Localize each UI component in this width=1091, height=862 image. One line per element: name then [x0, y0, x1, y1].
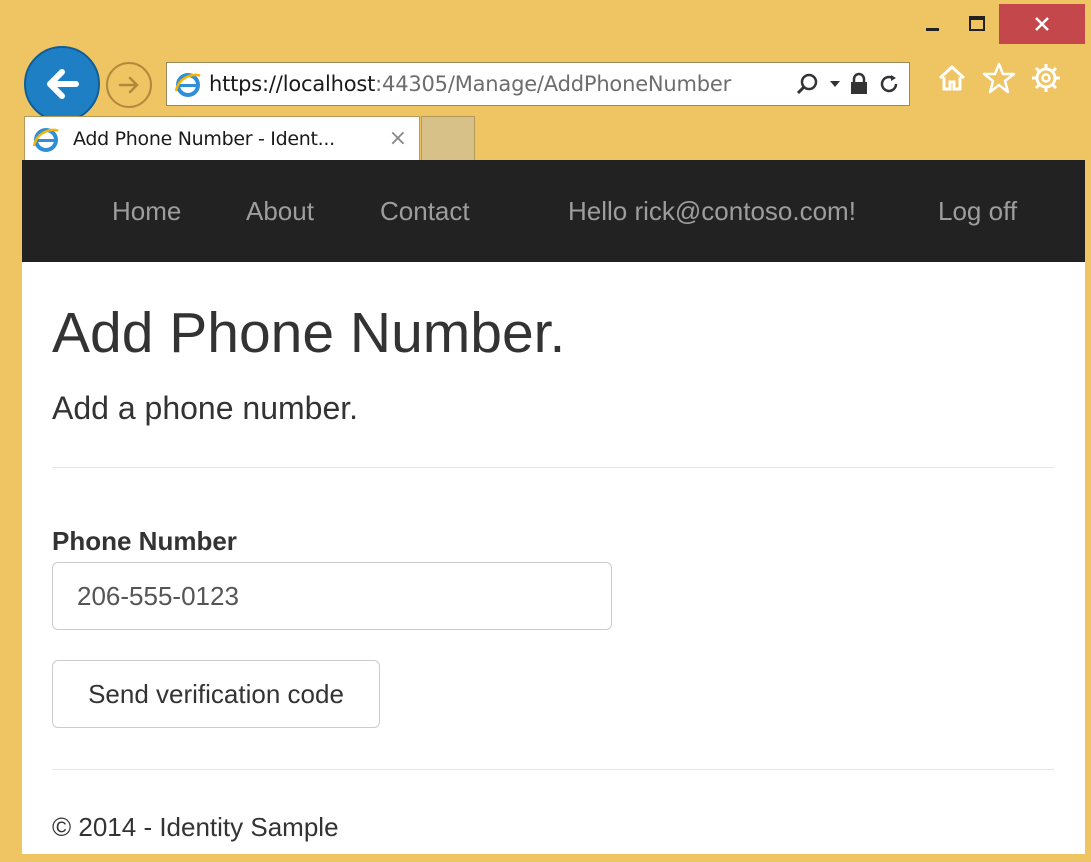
minimize-button[interactable] [911, 4, 955, 44]
url-scheme: https:// [209, 72, 283, 96]
refresh-icon[interactable] [877, 72, 901, 96]
send-verification-code-button[interactable]: Send verification code [52, 660, 380, 728]
footer-copyright: © 2014 - Identity Sample [52, 812, 339, 842]
close-window-button[interactable] [999, 4, 1085, 44]
address-bar[interactable]: https://localhost:44305/Manage/AddPhoneN… [166, 62, 910, 106]
favorites-star-icon[interactable] [982, 62, 1016, 94]
active-tab[interactable]: Add Phone Number - Ident... × [24, 116, 420, 160]
phone-number-label: Phone Number [52, 526, 237, 556]
url-text[interactable]: https://localhost:44305/Manage/AddPhoneN… [209, 72, 731, 96]
back-arrow-icon [47, 69, 79, 99]
url-path: :44305/Manage/AddPhoneNumber [375, 72, 732, 96]
tab-title: Add Phone Number - Ident... [73, 127, 335, 150]
nav-logoff-link[interactable]: Log off [938, 196, 1017, 226]
close-icon [1035, 17, 1049, 31]
dropdown-icon[interactable] [829, 79, 841, 89]
forward-button[interactable] [106, 62, 152, 108]
window-controls [911, 4, 1085, 48]
nav-user-greeting-link[interactable]: Hello rick@contoso.com! [568, 196, 856, 226]
footer-divider [52, 769, 1054, 770]
navbar: Home About Contact Hello rick@contoso.co… [22, 160, 1085, 262]
ie-icon [173, 69, 203, 99]
divider [52, 467, 1054, 468]
search-icon[interactable] [795, 71, 821, 97]
address-tools [795, 71, 909, 97]
nav-home-link[interactable]: Home [112, 196, 181, 226]
page-title: Add Phone Number. [52, 301, 566, 365]
lock-icon[interactable] [849, 72, 869, 96]
tab-ie-icon [31, 124, 61, 154]
page-viewport: Home About Contact Hello rick@contoso.co… [22, 160, 1085, 854]
forward-arrow-icon [118, 76, 139, 94]
url-host: localhost [282, 72, 376, 96]
minimize-icon [926, 28, 939, 31]
phone-number-input[interactable] [52, 562, 612, 630]
maximize-button[interactable] [955, 4, 999, 44]
new-tab-button[interactable] [421, 116, 475, 160]
browser-toolbar [936, 62, 1062, 94]
tab-close-icon[interactable]: × [389, 126, 407, 151]
nav-about-link[interactable]: About [246, 196, 314, 226]
back-button[interactable] [24, 46, 100, 122]
maximize-icon [969, 16, 985, 31]
nav-contact-link[interactable]: Contact [380, 196, 470, 226]
page-subtitle: Add a phone number. [52, 390, 359, 426]
browser-window: https://localhost:44305/Manage/AddPhoneN… [0, 0, 1091, 862]
settings-gear-icon[interactable] [1030, 62, 1062, 94]
home-icon[interactable] [936, 62, 968, 94]
